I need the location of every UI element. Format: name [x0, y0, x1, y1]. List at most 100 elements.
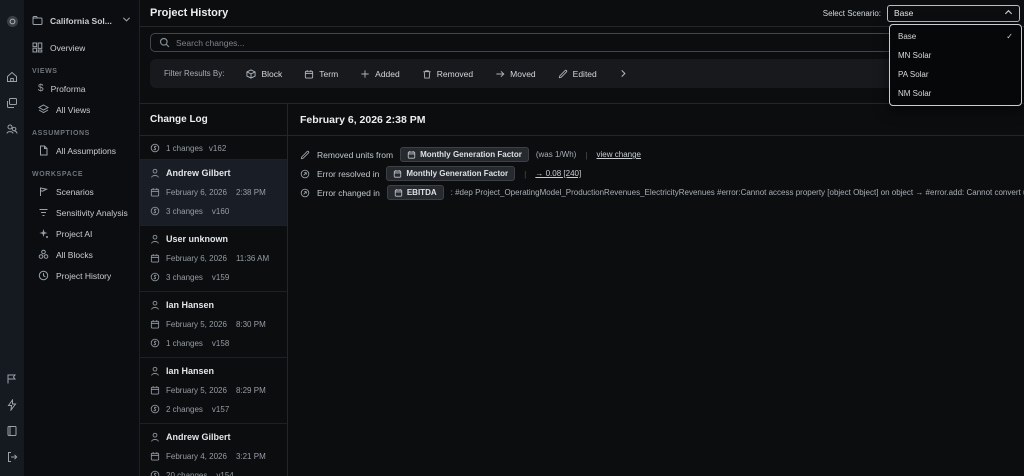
- flag-icon[interactable]: [0, 366, 24, 392]
- filter-button-moved[interactable]: Moved: [495, 69, 536, 79]
- version-label: v159: [211, 272, 230, 282]
- filter-label: Filter Results By:: [164, 69, 225, 78]
- changes-icon: [150, 272, 160, 282]
- filter-button-added[interactable]: Added: [360, 69, 400, 79]
- change-log-entry[interactable]: Ian Hansen February 5, 2026 8:29 PM 2 cha…: [140, 358, 287, 424]
- scenario-select[interactable]: Base: [887, 4, 1020, 22]
- book-icon[interactable]: [0, 418, 24, 444]
- person-icon: [151, 168, 159, 178]
- sidebar-item-project-history[interactable]: Project History: [24, 265, 139, 286]
- main-content: Project History Select Scenario: Base Fi…: [140, 0, 1024, 476]
- sidebar-item-all-blocks[interactable]: All Blocks: [24, 244, 139, 265]
- clock-icon: [38, 270, 49, 281]
- block-chip[interactable]: Monthly Generation Factor: [400, 147, 529, 162]
- version-label: v154: [216, 470, 234, 476]
- sidebar: California Sol... Overview VIEWS $ Profo…: [24, 0, 140, 476]
- change-log-entry-partial[interactable]: 1 changes v162: [140, 136, 287, 160]
- change-row: Error changed in EBITDA : #dep Project_O…: [300, 183, 1024, 202]
- changes-count: 20 changes: [166, 470, 208, 476]
- project-name: California Sol...: [50, 15, 112, 26]
- sidebar-item-sensitivity-analysis[interactable]: Sensitivity Analysis: [24, 202, 139, 223]
- change-detail-text: (was 1/Wh): [535, 150, 577, 159]
- sparkles-icon: [39, 229, 48, 238]
- person-icon: [151, 234, 159, 244]
- section-title-workspace: WORKSPACE: [32, 171, 84, 178]
- sidebar-item-label: All Blocks: [56, 249, 93, 260]
- detail-panel: February 6, 2026 2:38 PM Removed units f…: [288, 104, 1024, 476]
- chip-label: Monthly Generation Factor: [420, 150, 522, 159]
- changes-count: 2 changes: [166, 404, 203, 414]
- calendar-icon: [150, 385, 160, 395]
- calendar-icon: [150, 187, 160, 197]
- pencil-icon: [300, 150, 310, 159]
- sidebar-item-overview[interactable]: Overview: [24, 37, 139, 58]
- scenario-option-pa-solar[interactable]: PA Solar: [890, 65, 1021, 84]
- scenario-option-base[interactable]: Base ✓: [890, 27, 1021, 46]
- divider: |: [524, 168, 527, 179]
- sidebar-item-all-assumptions[interactable]: All Assumptions: [24, 140, 139, 161]
- error-changed-icon: [300, 188, 310, 197]
- icon-rail: [0, 0, 24, 476]
- dashboard-icon: [32, 42, 43, 53]
- content-panes: Change Log 1 changes v162 Andrew Gilbert…: [140, 103, 1024, 476]
- users-icon[interactable]: [0, 116, 24, 142]
- sidebar-item-label: Overview: [50, 42, 86, 53]
- view-change-link[interactable]: view change: [597, 150, 641, 159]
- calendar-icon: [407, 150, 416, 159]
- change-log-panel: Change Log 1 changes v162 Andrew Gilbert…: [140, 104, 288, 476]
- filter-button-block[interactable]: Block: [246, 69, 282, 79]
- entry-user: User unknown: [166, 234, 229, 244]
- pennant-icon: [40, 187, 47, 197]
- home-icon[interactable]: [0, 64, 24, 90]
- filter-button-removed[interactable]: Removed: [422, 69, 473, 79]
- zap-icon[interactable]: [0, 392, 24, 418]
- app-logo: [0, 8, 24, 34]
- filter-button-edited[interactable]: Edited: [558, 69, 597, 79]
- entry-date: February 5, 2026: [166, 385, 227, 395]
- logout-icon[interactable]: [0, 444, 24, 470]
- value-change-link[interactable]: → 0.08 [240]: [535, 169, 581, 178]
- change-log-entry[interactable]: Ian Hansen February 5, 2026 8:30 PM 1 cha…: [140, 292, 287, 358]
- sidebar-item-scenarios[interactable]: Scenarios: [24, 181, 139, 202]
- changes-count: 1 changes: [166, 338, 203, 348]
- search-bar[interactable]: [150, 33, 1016, 52]
- changes-icon: [150, 143, 160, 153]
- page-title: Project History: [150, 7, 229, 19]
- calendar-icon: [150, 319, 160, 329]
- sidebar-item-proforma[interactable]: $ Proforma: [24, 78, 139, 99]
- change-log-entry[interactable]: Andrew Gilbert February 6, 2026 2:38 PM 3…: [140, 160, 287, 226]
- scenario-option-nm-solar[interactable]: NM Solar: [890, 84, 1021, 103]
- person-icon: [151, 432, 159, 442]
- filter-button-label: Added: [375, 68, 400, 79]
- changes-icon: [150, 338, 160, 348]
- entry-time: 11:36 AM: [235, 253, 270, 263]
- filter-button-label: Term: [319, 68, 339, 79]
- change-log-title: Change Log: [140, 104, 287, 136]
- chip-label: Monthly Generation Factor: [406, 169, 509, 178]
- filter-bar: Filter Results By: Block Term Added Remo…: [150, 59, 1016, 88]
- document-icon: [40, 145, 48, 156]
- filter-button-label: Moved: [510, 68, 536, 79]
- filter-button-term[interactable]: Term: [304, 69, 338, 79]
- sidebar-item-label: All Views: [56, 104, 91, 115]
- projects-icon[interactable]: [0, 90, 24, 116]
- filters-more-chevron[interactable]: [619, 69, 628, 78]
- block-chip[interactable]: Monthly Generation Factor: [386, 166, 516, 181]
- scenario-label: Select Scenario:: [822, 8, 881, 18]
- project-selector[interactable]: California Sol...: [24, 10, 139, 31]
- blocks-icon: [38, 249, 49, 259]
- sidebar-item-all-views[interactable]: All Views: [24, 99, 139, 120]
- divider: |: [585, 149, 588, 160]
- menu-item-label: Base: [898, 32, 917, 41]
- sidebar-item-label: Scenarios: [56, 186, 94, 197]
- entry-user: Andrew Gilbert: [166, 432, 231, 442]
- block-chip[interactable]: EBITDA: [386, 185, 444, 200]
- scenario-option-mn-solar[interactable]: MN Solar: [890, 46, 1021, 65]
- search-input[interactable]: [176, 37, 1007, 48]
- sidebar-item-project-ai[interactable]: Project AI: [24, 223, 139, 244]
- filter-button-label: Block: [261, 68, 283, 79]
- change-log-entry[interactable]: User unknown February 6, 2026 11:36 AM 3 …: [140, 226, 287, 292]
- section-title-assumptions: ASSUMPTIONS: [32, 130, 90, 137]
- changes-count: 3 changes: [166, 206, 203, 216]
- change-log-entry[interactable]: Andrew Gilbert February 4, 2026 3:21 PM 2…: [140, 424, 287, 476]
